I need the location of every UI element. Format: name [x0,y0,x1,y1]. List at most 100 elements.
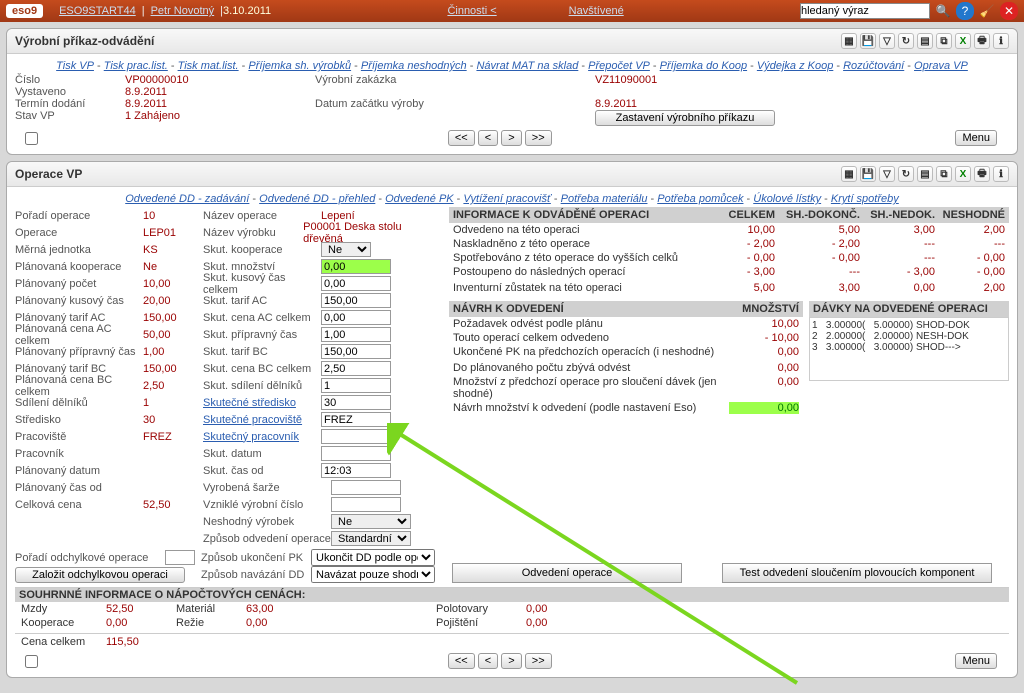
input[interactable] [321,429,391,444]
link[interactable]: Výdejka z Koop [757,60,833,72]
user-link[interactable]: Petr Novotný [151,5,215,17]
nav-first[interactable]: << [448,130,475,146]
info-icon[interactable]: ℹ [993,33,1009,49]
menu-button[interactable]: Menu [955,130,997,146]
link[interactable]: Odvedené DD - zadávání [125,193,249,205]
panel2-linkbar: Odvedené DD - zadávání - Odvedené DD - p… [15,191,1009,207]
link[interactable]: Úkolové lístky [753,193,821,205]
input[interactable] [321,327,391,342]
nav-prev[interactable]: < [478,130,498,146]
nav-last[interactable]: >> [525,653,552,669]
link[interactable]: Skutečný pracovník [203,431,321,443]
test-button[interactable]: Test odvedení sloučením plovoucích kompo… [722,563,992,583]
lbl: Polotovary [436,603,526,615]
export-icon[interactable]: X [955,166,971,182]
link[interactable]: Odvedené PK [385,193,454,205]
link[interactable]: Příjemka do Koop [660,60,747,72]
print-icon[interactable]: 🖶 [974,33,990,49]
link[interactable]: Tisk VP [56,60,94,72]
input[interactable] [321,446,391,461]
link[interactable]: Skutečné pracoviště [203,414,321,426]
filter-icon[interactable]: ▽ [879,166,895,182]
close-icon[interactable]: ✕ [1000,2,1018,20]
link[interactable]: Návrat MAT na sklad [476,60,578,72]
grid-icon[interactable]: ▤ [917,166,933,182]
tools-icon[interactable]: 🧹 [978,2,996,20]
new-icon[interactable]: ▦ [841,33,857,49]
filter-icon[interactable]: ▽ [879,33,895,49]
link[interactable]: Krytí spotřeby [831,193,899,205]
checkbox[interactable] [25,132,38,145]
link[interactable]: Oprava VP [914,60,968,72]
input[interactable] [321,310,391,325]
help-icon[interactable]: ? [956,2,974,20]
navazat-select[interactable]: Navázat pouze shodné DD [311,566,435,583]
link[interactable]: Přepočet VP [588,60,650,72]
ukonceni-select[interactable]: Ukončit DD podle operace [311,549,435,566]
odchylka-input[interactable] [165,550,195,565]
input[interactable] [321,395,391,410]
save-icon[interactable]: 💾 [860,33,876,49]
input[interactable] [321,412,391,427]
link[interactable]: Potřeba pomůcek [657,193,743,205]
select[interactable]: Ne [331,514,411,529]
cinnosti[interactable]: Činnosti < [447,5,496,17]
refresh-icon[interactable]: ↻ [898,33,914,49]
input[interactable] [321,463,391,478]
lbl: Měrná jednotka [15,244,143,256]
odvedeni-button[interactable]: Odvedení operace [452,563,682,583]
save-icon[interactable]: 💾 [860,166,876,182]
select[interactable]: Standardní [331,531,411,546]
stop-vp-button[interactable]: Zastavení výrobního příkazu [595,110,775,126]
val: 50,00 [143,329,191,341]
expand-icon[interactable]: ⧉ [936,33,952,49]
nav-first[interactable]: << [448,653,475,669]
expand-icon[interactable]: ⧉ [936,166,952,182]
input[interactable] [321,344,391,359]
link[interactable]: Příjemka sh. výrobků [248,60,351,72]
new-icon[interactable]: ▦ [841,166,857,182]
link[interactable]: Odvedené DD - přehled [259,193,375,205]
print-icon[interactable]: 🖶 [974,166,990,182]
info-icon[interactable]: ℹ [993,166,1009,182]
val: 1 [143,397,191,409]
input[interactable] [331,480,401,495]
link[interactable]: Příjemka neshodných [361,60,467,72]
lbl: Plánovaná kooperace [15,261,143,273]
nav-last[interactable]: >> [525,130,552,146]
lbl: Skut. sdílení dělníků [203,380,321,392]
export-icon[interactable]: X [955,33,971,49]
search-icon[interactable]: 🔍 [934,2,952,20]
nav-next[interactable]: > [501,653,521,669]
input[interactable] [321,361,391,376]
navstivene[interactable]: Navštívené [569,5,624,17]
input[interactable] [321,276,391,291]
panel-operace-vp: Operace VP ▦ 💾 ▽ ↻ ▤ ⧉ X 🖶 ℹ Odvedené DD… [6,161,1018,678]
checkbox[interactable] [25,655,38,668]
grid-icon[interactable]: ▤ [917,33,933,49]
logo: eso9 [6,4,43,18]
zalozit-odchylku-button[interactable]: Založit odchylkovou operaci [15,567,185,583]
link[interactable]: Potřeba materiálu [561,193,648,205]
refresh-icon[interactable]: ↻ [898,166,914,182]
input[interactable] [321,293,391,308]
search-input[interactable] [800,3,930,19]
link[interactable]: Tisk prac.list. [104,60,168,72]
link[interactable]: Tisk mat.list. [178,60,239,72]
link[interactable]: Rozúčtování [843,60,904,72]
select[interactable]: Ne [321,242,371,257]
input[interactable] [321,378,391,393]
lbl: Název výrobku [203,227,303,239]
td: 0,00 [729,376,799,400]
lbl: Neshodný výrobek [203,516,331,528]
td: Odvedeno na této operaci [453,224,705,236]
link[interactable]: Skutečné středisko [203,397,321,409]
input[interactable] [321,259,391,274]
link[interactable]: Vytížení pracovišť [463,193,550,205]
input[interactable] [331,497,401,512]
nav-next[interactable]: > [501,130,521,146]
app-link[interactable]: ESO9START44 [59,5,136,17]
lbl: Režie [176,617,246,629]
nav-prev[interactable]: < [478,653,498,669]
menu-button[interactable]: Menu [955,653,997,669]
